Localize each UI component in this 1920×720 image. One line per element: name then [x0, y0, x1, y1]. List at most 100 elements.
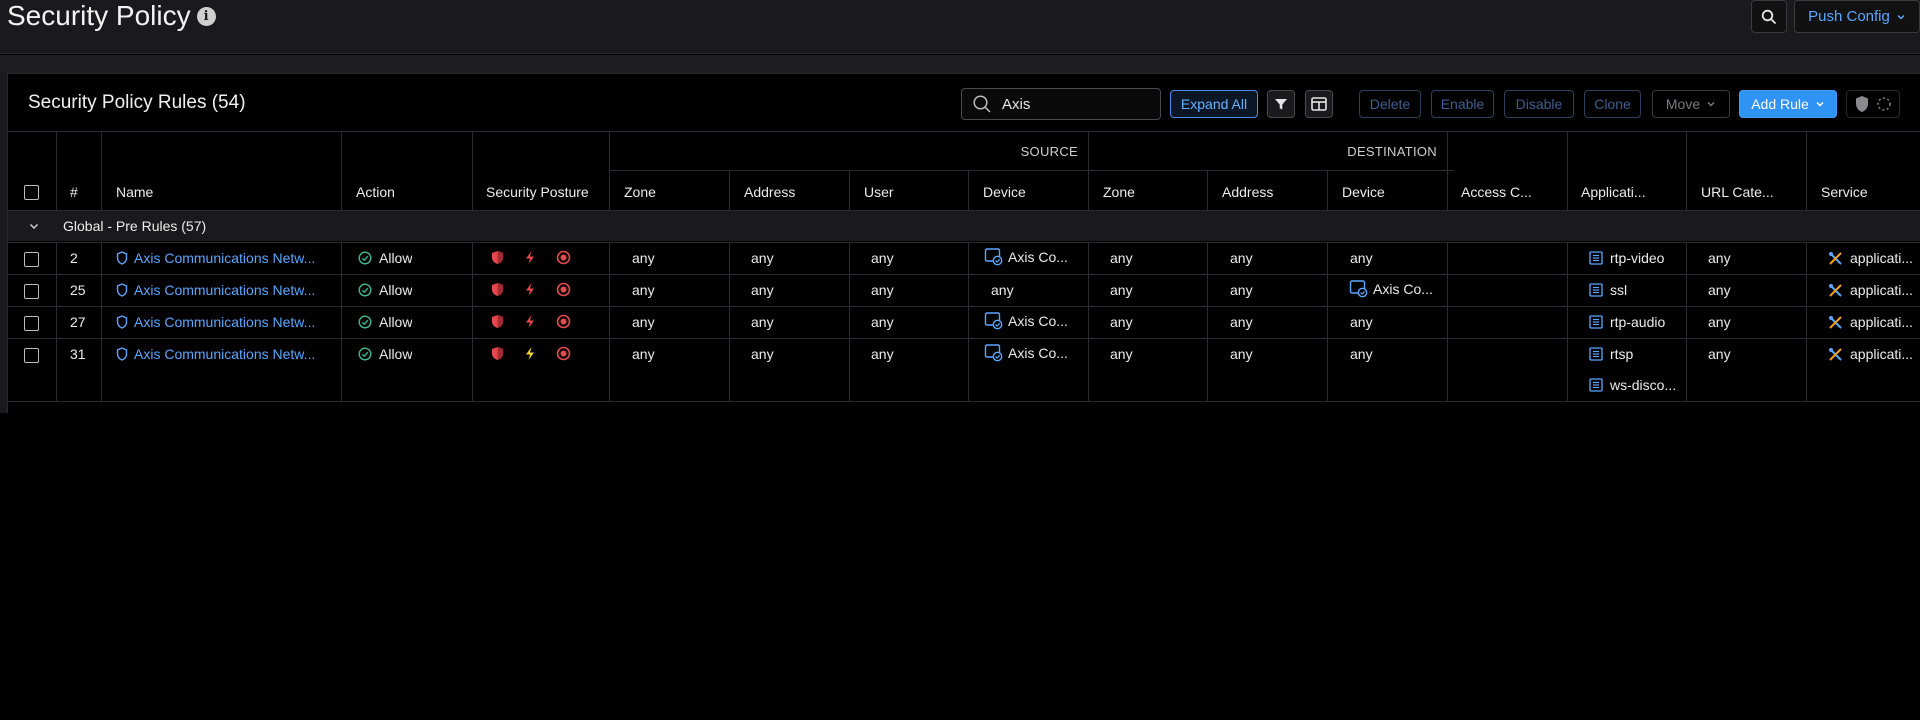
- rule-group-row[interactable]: Global - Pre Rules (57): [8, 211, 1920, 241]
- application-cell[interactable]: rtsp: [1589, 345, 1633, 363]
- destination-device-cell[interactable]: Axis Co...: [1349, 278, 1433, 300]
- application-label: rtp-audio: [1610, 314, 1666, 330]
- application-cell[interactable]: ws-disco...: [1589, 376, 1676, 394]
- rule-name-cell[interactable]: Axis Communications Netw...: [116, 249, 336, 267]
- rule-name-cell[interactable]: Axis Communications Netw...: [116, 313, 336, 331]
- col-header-service[interactable]: Service: [1821, 182, 1868, 202]
- clone-button[interactable]: Clone: [1584, 90, 1641, 118]
- tools-icon: [1829, 315, 1842, 329]
- source-device-label: Axis Co...: [1008, 313, 1068, 329]
- rule-name-link[interactable]: Axis Communications Netw...: [134, 346, 315, 362]
- bolt-icon[interactable]: [524, 282, 536, 297]
- action-label: Allow: [379, 250, 413, 266]
- push-config-button[interactable]: Push Config: [1794, 0, 1920, 33]
- rule-name-cell[interactable]: Axis Communications Netw...: [116, 281, 336, 299]
- source-user: any: [871, 346, 894, 362]
- source-device-cell[interactable]: Axis Co...: [984, 246, 1068, 268]
- bolt-icon[interactable]: [524, 314, 536, 329]
- col-header-source-zone[interactable]: Zone: [624, 182, 656, 202]
- destination-device-label: Axis Co...: [1373, 281, 1433, 297]
- shield-outline-icon: [116, 251, 128, 265]
- move-button[interactable]: Move: [1652, 90, 1730, 118]
- rule-name-link[interactable]: Axis Communications Netw...: [134, 314, 315, 330]
- row-checkbox[interactable]: [24, 251, 39, 267]
- row-checkbox[interactable]: [24, 315, 39, 331]
- application-label: ws-disco...: [1610, 377, 1677, 393]
- service-cell[interactable]: applicati...: [1828, 313, 1920, 331]
- col-divider: [101, 131, 102, 210]
- col-divider: [968, 170, 969, 210]
- col-divider: [341, 242, 342, 401]
- destination-zone: any: [1110, 282, 1133, 298]
- col-header-action[interactable]: Action: [356, 182, 395, 202]
- rule-name-link[interactable]: Axis Communications Netw...: [134, 250, 315, 266]
- rules-search[interactable]: [961, 88, 1161, 120]
- filter-button[interactable]: [1267, 90, 1295, 118]
- col-header-source-address[interactable]: Address: [744, 182, 795, 202]
- source-device-cell[interactable]: Axis Co...: [984, 310, 1068, 332]
- col-header-source-device[interactable]: Device: [983, 182, 1026, 202]
- columns-button[interactable]: [1305, 90, 1333, 118]
- source-zone: any: [632, 314, 655, 330]
- col-header-access[interactable]: Access C...: [1461, 182, 1532, 202]
- destination-group-header: DESTINATION: [1347, 143, 1437, 159]
- row-border: [8, 274, 1920, 275]
- bolt-icon[interactable]: [524, 346, 536, 361]
- select-all-checkbox[interactable]: [24, 184, 39, 200]
- target-icon[interactable]: [556, 250, 571, 265]
- add-rule-button[interactable]: Add Rule: [1739, 90, 1837, 118]
- col-header-source-user[interactable]: User: [864, 182, 894, 202]
- table-bottom-border: [8, 401, 1920, 402]
- policy-optimizer-control[interactable]: [1846, 90, 1900, 118]
- col-header-url-category[interactable]: URL Cate...: [1701, 182, 1774, 202]
- shield-threat-icon[interactable]: [491, 250, 504, 265]
- shield-outline-icon: [116, 283, 128, 297]
- info-icon[interactable]: i: [196, 6, 216, 26]
- row-checkbox[interactable]: [24, 347, 39, 363]
- service-cell[interactable]: applicati...: [1828, 249, 1920, 267]
- row-checkbox[interactable]: [24, 283, 39, 299]
- destination-address: any: [1230, 282, 1253, 298]
- collapse-chevron-icon[interactable]: [28, 216, 48, 236]
- search-input[interactable]: [1002, 95, 1152, 113]
- application-cell[interactable]: ssl: [1589, 281, 1627, 299]
- col-header-application[interactable]: Applicati...: [1581, 182, 1646, 202]
- tools-icon: [1829, 251, 1842, 265]
- enable-button[interactable]: Enable: [1431, 90, 1494, 118]
- source-address: any: [751, 314, 774, 330]
- application-list-icon: [1589, 315, 1603, 329]
- source-address: any: [751, 282, 774, 298]
- target-icon[interactable]: [556, 314, 571, 329]
- rule-name-link[interactable]: Axis Communications Netw...: [134, 282, 315, 298]
- shield-threat-icon[interactable]: [491, 346, 504, 361]
- service-cell[interactable]: applicati...: [1828, 345, 1920, 363]
- col-header-name[interactable]: Name: [116, 182, 153, 202]
- application-cell[interactable]: rtp-video: [1589, 249, 1664, 267]
- col-header-destination-zone[interactable]: Zone: [1103, 182, 1135, 202]
- col-header-security-posture[interactable]: Security Posture: [486, 182, 589, 202]
- bolt-icon[interactable]: [524, 250, 536, 265]
- application-cell[interactable]: rtp-audio: [1589, 313, 1665, 331]
- col-header-num[interactable]: #: [70, 182, 78, 202]
- disable-button[interactable]: Disable: [1504, 90, 1574, 118]
- shield-threat-icon[interactable]: [491, 282, 504, 297]
- application-list-icon: [1589, 283, 1603, 297]
- expand-all-button[interactable]: Expand All: [1170, 90, 1258, 118]
- col-header-destination-address[interactable]: Address: [1222, 182, 1273, 202]
- global-search-button[interactable]: [1751, 0, 1787, 33]
- push-config-label: Push Config: [1808, 8, 1890, 25]
- source-address: any: [751, 346, 774, 362]
- rule-name-cell[interactable]: Axis Communications Netw...: [116, 345, 336, 363]
- service-cell[interactable]: applicati...: [1828, 281, 1920, 299]
- check-circle-icon: [358, 347, 372, 361]
- service-label: applicati...: [1850, 282, 1914, 298]
- source-device-cell[interactable]: Axis Co...: [984, 342, 1068, 364]
- col-header-destination-device[interactable]: Device: [1342, 182, 1385, 202]
- target-icon[interactable]: [556, 346, 571, 361]
- col-divider: [56, 242, 57, 401]
- add-rule-label: Add Rule: [1751, 96, 1809, 112]
- delete-button[interactable]: Delete: [1359, 90, 1421, 118]
- shield-threat-icon[interactable]: [491, 314, 504, 329]
- group-label: Global - Pre Rules (57): [63, 218, 207, 234]
- target-icon[interactable]: [556, 282, 571, 297]
